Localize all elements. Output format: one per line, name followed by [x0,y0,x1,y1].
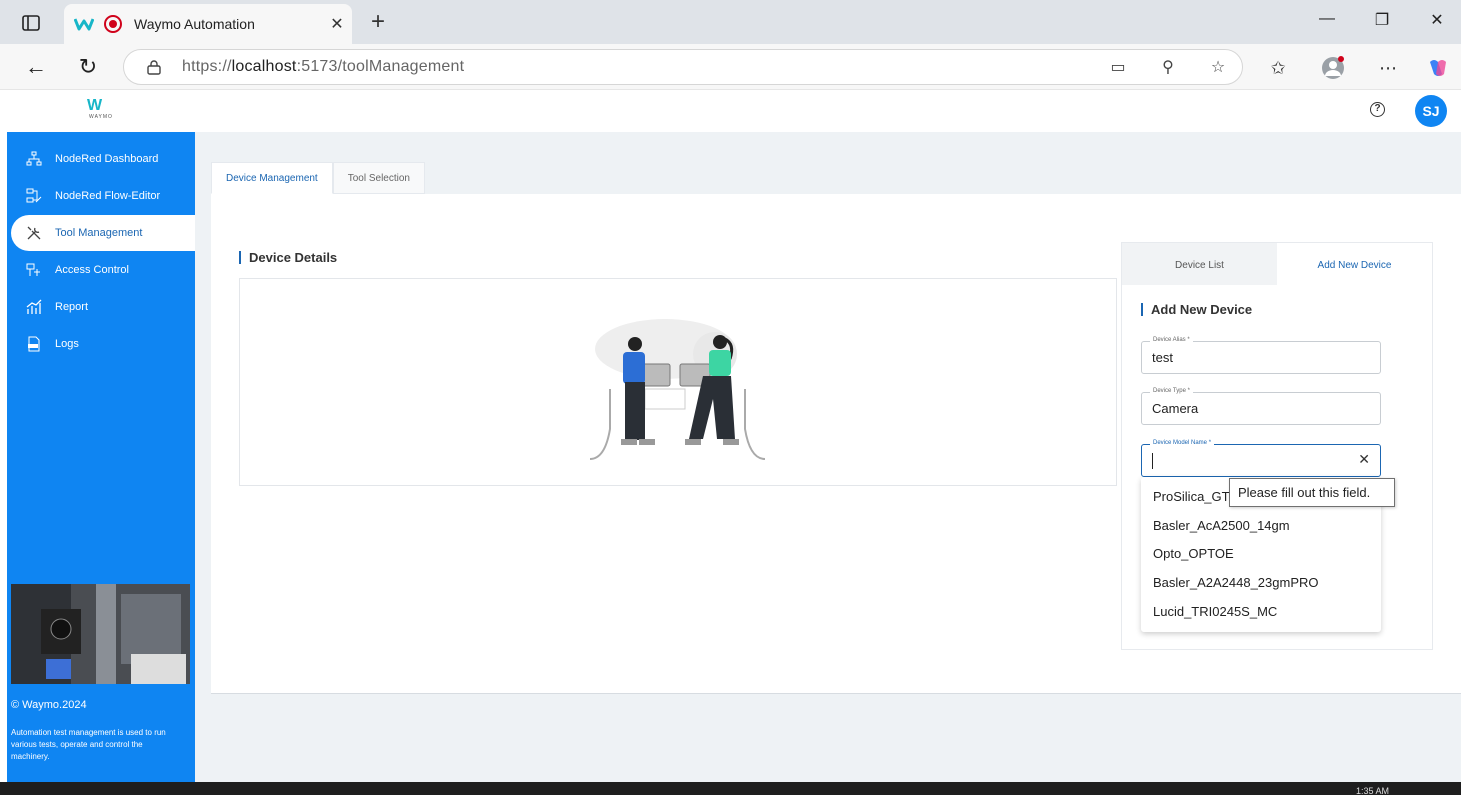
new-tab-icon[interactable]: + [366,8,390,36]
window-close-icon[interactable]: ✕ [1422,10,1452,30]
device-type-field[interactable]: Device Type * Camera [1141,388,1381,425]
sidebar-item-label: Logs [55,338,79,350]
text-caret [1152,453,1153,469]
tab-title: Waymo Automation [134,16,255,32]
url-text: https://localhost:5173/toolManagement [182,58,465,75]
reload-icon[interactable]: ↻ [74,54,102,80]
app-header: W WAYMO ? SJ [7,90,1461,132]
sidebar-item-label: Access Control [55,264,129,276]
device-model-name-field[interactable]: Device Model Name * ✕ [1141,440,1381,477]
field-value: test [1152,350,1173,365]
lock-icon [147,60,161,75]
field-value: Camera [1152,401,1199,416]
bar-chart-icon [26,299,42,315]
minimize-icon[interactable]: — [1312,10,1342,28]
add-new-device-title: Add New Device [1141,303,1252,316]
validation-tooltip: Please fill out this field. [1229,478,1395,507]
sidebar-item-nodered-dashboard[interactable]: NodeRed Dashboard [7,141,195,177]
sidebar-item-label: Report [55,301,89,313]
dropdown-option[interactable]: Basler_A2A2448_23gmPRO [1153,575,1319,590]
sidebar-item-tool-management[interactable]: Tool Management [11,215,195,251]
help-icon[interactable]: ? [1370,102,1385,117]
field-label: Device Type * [1150,388,1193,394]
zoom-icon[interactable]: ⚲ [1158,56,1178,78]
dropdown-option[interactable]: Opto_OPTOE [1153,546,1234,561]
browser-tab[interactable]: Waymo Automation ✕ [64,4,352,44]
right-tabs: Device List Add New Device [1122,243,1432,285]
os-taskbar: 1:35 AM [0,782,1461,796]
sidebar: NodeRed Dashboard NodeRed Flow-Editor To… [7,132,195,782]
dropdown-option[interactable]: ProSilica_GT [1153,489,1230,504]
copilot-icon[interactable] [1426,56,1450,80]
device-details-box [239,278,1117,486]
page-tabs: Device Management Tool Selection [211,162,425,194]
tab-tool-selection[interactable]: Tool Selection [332,162,425,194]
connection-illustration [589,319,766,460]
restore-icon[interactable]: ❐ [1367,10,1397,30]
back-arrow-icon[interactable]: ← [22,54,50,80]
camera-icon[interactable]: ▭ [1108,56,1128,78]
recording-icon [104,15,122,33]
device-details-title: Device Details [239,251,337,264]
tab-add-new-device[interactable]: Add New Device [1277,243,1432,285]
dropdown-option[interactable]: Lucid_TRI0245S_MC [1153,604,1277,619]
tab-close-icon[interactable]: ✕ [322,14,352,34]
clear-icon[interactable]: ✕ [1358,451,1370,468]
sidebar-item-access-control[interactable]: Access Control [7,252,195,288]
waymo-logo[interactable]: W WAYMO [87,98,115,124]
machine-camera-image [11,584,190,684]
device-alias-field[interactable]: Device Alias * test [1141,337,1381,374]
tools-icon [26,225,42,241]
favorites-icon[interactable]: ✩ [1266,56,1290,80]
log-file-icon [26,336,42,352]
copyright-text: © Waymo.2024 [11,699,87,711]
field-label: Device Alias * [1150,337,1193,343]
sidebar-item-logs[interactable]: Logs [7,326,195,362]
waymo-favicon-icon [74,18,94,31]
access-control-icon [26,262,42,278]
sidebar-item-report[interactable]: Report [7,289,195,325]
favorite-star-icon[interactable]: ☆ [1208,56,1228,78]
field-label: Device Model Name * [1150,440,1215,446]
address-bar-row: ← ↻ https://localhost:5173/toolManagemen… [0,44,1461,90]
sidebar-item-label: NodeRed Flow-Editor [55,190,161,202]
profile-icon[interactable] [1321,56,1345,80]
sidebar-item-label: Tool Management [55,227,143,239]
tab-actions-icon[interactable] [16,12,46,34]
dropdown-option[interactable]: Basler_AcA2500_14gm [1153,518,1290,533]
tab-device-list[interactable]: Device List [1122,243,1277,285]
sidebar-description: Automation test management is used to ru… [11,728,166,761]
url-field[interactable]: https://localhost:5173/toolManagement ▭ … [123,49,1243,85]
sidebar-item-label: NodeRed Dashboard [55,153,159,165]
flow-editor-icon [26,188,42,204]
avatar[interactable]: SJ [1415,95,1447,127]
tab-device-management[interactable]: Device Management [211,162,333,194]
sidebar-item-nodered-flow-editor[interactable]: NodeRed Flow-Editor [7,178,195,214]
more-options-icon[interactable]: ⋯ [1376,56,1400,80]
browser-tab-bar: Waymo Automation ✕ + — ❐ ✕ [0,0,1461,44]
sitemap-icon [26,151,42,167]
